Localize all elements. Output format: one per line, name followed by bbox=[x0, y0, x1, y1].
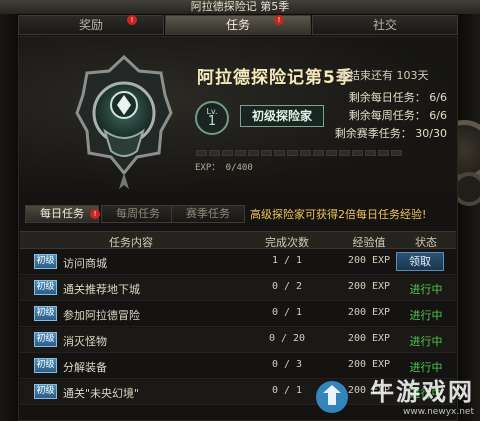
tab-rewards-alert-badge: ! bbox=[127, 15, 137, 25]
remaining-season-value: 30/30 bbox=[415, 127, 447, 140]
task-name: 分解装备 bbox=[63, 361, 107, 374]
tab-season-label: 赛季任务 bbox=[186, 207, 230, 220]
claim-reward-button[interactable]: 领取 bbox=[396, 252, 444, 271]
level-badge-icon: Lv. 1 bbox=[195, 101, 229, 135]
tab-weekly-label: 每周任务 bbox=[116, 207, 160, 220]
task-row: 初级 消灭怪物 0 / 20 200 EXP 进行中 bbox=[20, 328, 456, 353]
watermark-brand: 牛游戏网 bbox=[370, 378, 474, 406]
frame-left-decoration bbox=[0, 0, 18, 421]
tab-tasks[interactable]: 任务 ! bbox=[165, 15, 311, 35]
task-panel: 阿拉德探险记第5季 距结束还有 103天 Lv. 1 初级探险家 剩余每日任务：… bbox=[18, 36, 458, 421]
exp-progress-bar bbox=[196, 150, 402, 156]
task-completion-count: 1 / 1 bbox=[271, 255, 303, 266]
promo-text: 高级探险家可获得2倍每日任务经验! bbox=[250, 208, 427, 221]
tab-tasks-label: 任务 bbox=[225, 18, 250, 32]
season-task-window: 阿拉德探险记 第5季 奖励 ! 任务 ! 社交 阿拉德探险记第5季 距结束还有 … bbox=[0, 0, 480, 421]
task-name: 参加阿拉德冒险 bbox=[63, 309, 140, 322]
remaining-weekly: 剩余每周任务： 6/6 bbox=[349, 107, 447, 123]
task-completion-count: 0 / 1 bbox=[271, 307, 303, 318]
task-table-header: 任务内容 完成次数 经验值 状态 bbox=[20, 231, 456, 249]
season-emblem-icon bbox=[75, 54, 173, 189]
task-status: 进行中 bbox=[409, 309, 443, 322]
season-title: 阿拉德探险记第5季 bbox=[197, 68, 354, 88]
task-tier-tag: 初级 bbox=[34, 280, 57, 295]
level-number: 1 bbox=[207, 114, 217, 129]
exp-text: EXP： 0/400 bbox=[195, 163, 253, 173]
task-name: 通关推荐地下城 bbox=[63, 283, 140, 296]
task-category-tabs: 每日任务 ! 每周任务 赛季任务 高级探险家可获得2倍每日任务经验! bbox=[19, 205, 457, 225]
task-tier-tag: 初级 bbox=[34, 384, 57, 399]
task-name: 通关"未央幻境" bbox=[63, 387, 140, 400]
tab-social[interactable]: 社交 bbox=[312, 15, 458, 35]
tab-social-label: 社交 bbox=[372, 18, 397, 32]
col-completion: 完成次数 bbox=[265, 236, 309, 249]
task-row: 初级 参加阿拉德冒险 0 / 1 200 EXP 进行中 bbox=[20, 302, 456, 327]
tab-rewards-label: 奖励 bbox=[78, 18, 103, 32]
task-name: 访问商城 bbox=[63, 257, 107, 270]
watermark-url: www.newyx.net bbox=[402, 407, 474, 417]
tab-rewards[interactable]: 奖励 ! bbox=[18, 15, 164, 35]
task-tier-tag: 初级 bbox=[34, 358, 57, 373]
season-countdown: 距结束还有 103天 bbox=[338, 69, 429, 82]
col-status: 状态 bbox=[415, 236, 437, 249]
top-tab-bar: 奖励 ! 任务 ! 社交 bbox=[18, 15, 458, 35]
tab-season-tasks[interactable]: 赛季任务 bbox=[171, 205, 245, 223]
watermark: 牛游戏网 www.newyx.net bbox=[370, 372, 474, 417]
task-status: 进行中 bbox=[409, 335, 443, 348]
task-row: 初级 访问商城 1 / 1 200 EXP 领取 bbox=[20, 250, 456, 275]
remaining-daily-value: 6/6 bbox=[429, 91, 447, 104]
rank-label: 初级探险家 bbox=[240, 105, 324, 127]
watermark-logo-icon bbox=[316, 381, 348, 413]
task-row: 初级 通关推荐地下城 0 / 2 200 EXP 进行中 bbox=[20, 276, 456, 301]
tab-weekly-tasks[interactable]: 每周任务 bbox=[101, 205, 175, 223]
frame-right-decoration bbox=[458, 0, 480, 421]
remaining-season: 剩余赛季任务： 30/30 bbox=[335, 125, 447, 141]
remaining-daily: 剩余每日任务： 6/6 bbox=[349, 89, 447, 105]
task-completion-count: 0 / 20 bbox=[268, 333, 306, 344]
tab-tasks-alert-badge: ! bbox=[274, 15, 284, 25]
task-completion-count: 0 / 3 bbox=[271, 359, 303, 370]
col-task-content: 任务内容 bbox=[109, 236, 153, 249]
tab-daily-tasks[interactable]: 每日任务 ! bbox=[25, 205, 100, 223]
tab-daily-label: 每日任务 bbox=[40, 207, 84, 220]
task-tier-tag: 初级 bbox=[34, 306, 57, 321]
task-tier-tag: 初级 bbox=[34, 332, 57, 347]
window-title: 阿拉德探险记 第5季 bbox=[0, 0, 480, 14]
remaining-weekly-label: 剩余每周任务： bbox=[348, 109, 426, 122]
task-tier-tag: 初级 bbox=[34, 254, 57, 269]
remaining-weekly-value: 6/6 bbox=[429, 109, 447, 122]
remaining-season-label: 剩余赛季任务： bbox=[334, 127, 412, 140]
task-status: 进行中 bbox=[409, 283, 443, 296]
task-completion-count: 0 / 2 bbox=[271, 281, 303, 292]
tab-daily-alert-badge: ! bbox=[90, 209, 100, 219]
task-name: 消灭怪物 bbox=[63, 335, 107, 348]
remaining-daily-label: 剩余每日任务： bbox=[348, 91, 426, 104]
